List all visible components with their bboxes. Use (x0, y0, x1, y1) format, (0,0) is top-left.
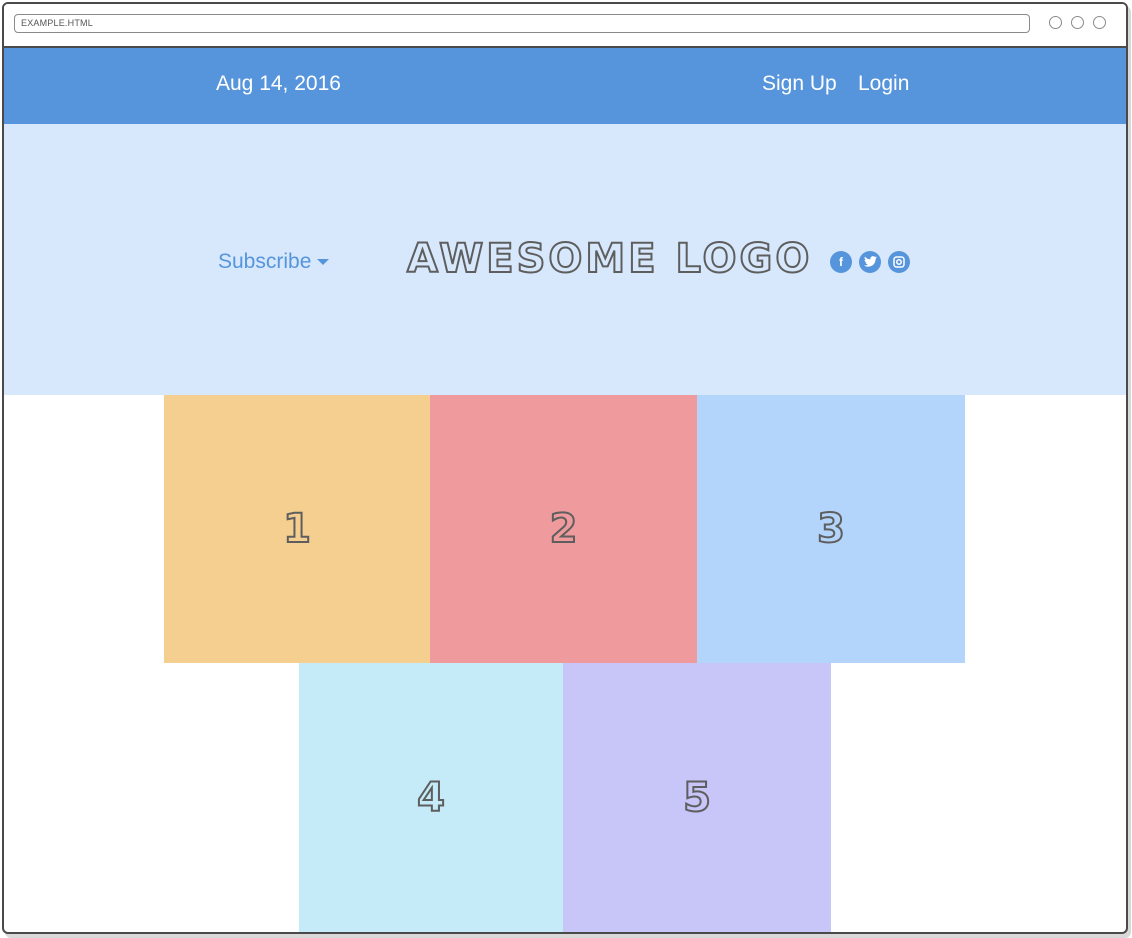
tile-number: 5 (682, 774, 712, 822)
tile-4[interactable]: 4 (299, 663, 563, 932)
hero-header: Subscribe AWESOME LOGO f (4, 124, 1126, 395)
login-link[interactable]: Login (858, 72, 909, 96)
tile-2[interactable]: 2 (430, 395, 697, 663)
facebook-icon[interactable]: f (830, 251, 852, 273)
twitter-bird-glyph (863, 256, 877, 267)
instagram-camera-glyph (893, 256, 905, 268)
tile-3[interactable]: 3 (697, 395, 965, 663)
site-logo[interactable]: AWESOME LOGO (406, 235, 812, 283)
window-control-button[interactable] (1093, 16, 1106, 29)
subscribe-dropdown[interactable]: Subscribe (218, 250, 330, 274)
tile-1[interactable]: 1 (164, 395, 430, 663)
date-label: Aug 14, 2016 (216, 72, 341, 95)
browser-chrome: EXAMPLE.HTML (4, 4, 1126, 48)
top-bar: Aug 14, 2016 Sign Up Login (4, 48, 1126, 124)
tile-number: 4 (416, 774, 446, 822)
tile-number: 1 (282, 505, 312, 553)
twitter-icon[interactable] (859, 251, 881, 273)
tile-5[interactable]: 5 (563, 663, 831, 932)
facebook-glyph: f (839, 255, 843, 269)
sign-up-link[interactable]: Sign Up (762, 72, 837, 96)
browser-window: EXAMPLE.HTML Aug 14, 2016 Sign Up Login … (2, 2, 1128, 934)
window-control-button[interactable] (1071, 16, 1084, 29)
instagram-icon[interactable] (888, 251, 910, 273)
subscribe-label: Subscribe (218, 250, 312, 273)
window-control-button[interactable] (1049, 16, 1062, 29)
tile-number: 3 (816, 505, 846, 553)
tile-number: 2 (549, 505, 579, 553)
address-bar[interactable]: EXAMPLE.HTML (14, 14, 1030, 33)
caret-down-icon (317, 259, 330, 266)
